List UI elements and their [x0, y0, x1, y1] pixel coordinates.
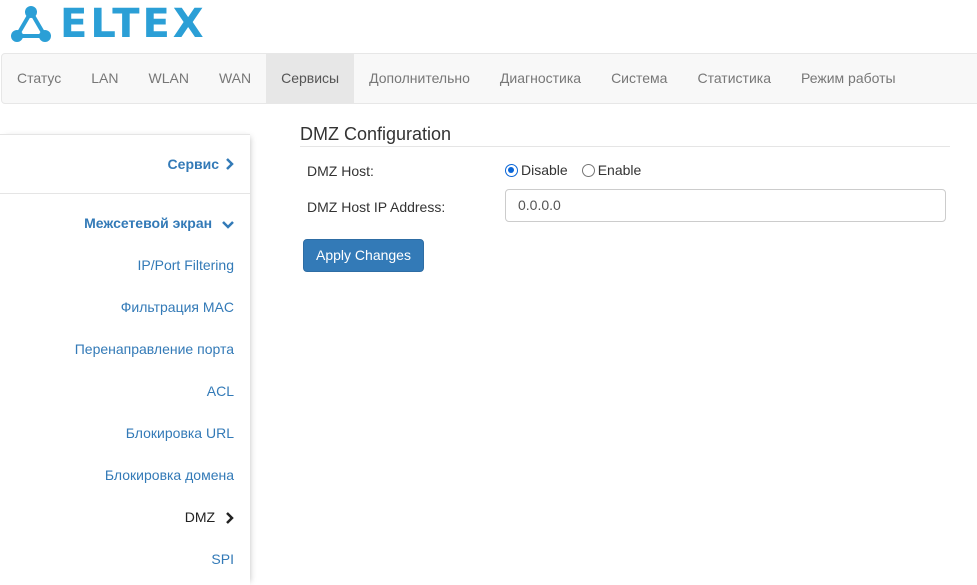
- sidebar-section-service[interactable]: Сервис: [0, 135, 250, 194]
- sidebar-item-port-forwarding[interactable]: Перенаправление порта: [75, 341, 234, 357]
- dmz-disable-label: Disable: [521, 162, 568, 178]
- nav-operation-mode[interactable]: Режим работы: [786, 54, 911, 103]
- nav-wan[interactable]: WAN: [204, 54, 266, 103]
- nav-services[interactable]: Сервисы: [266, 54, 355, 103]
- nav-diagnostics[interactable]: Диагностика: [485, 54, 596, 103]
- dmz-host-label: DMZ Host:: [307, 163, 374, 179]
- main-content: DMZ Configuration DMZ Host: Disable Enab…: [300, 124, 950, 272]
- apply-changes-button[interactable]: Apply Changes: [303, 239, 424, 272]
- sidebar-item-acl[interactable]: ACL: [207, 383, 234, 399]
- sidebar-section-label: Сервис: [167, 156, 219, 172]
- logo-text: ELTEX: [60, 1, 207, 47]
- sidebar-item-url-blocking[interactable]: Блокировка URL: [126, 425, 234, 441]
- sidebar: Сервис Межсетевой экран IP/Port Filterin…: [0, 134, 250, 585]
- sidebar-item-dmz[interactable]: DMZ: [185, 509, 234, 525]
- nav-wlan[interactable]: WLAN: [134, 54, 204, 103]
- chevron-right-icon: [226, 512, 234, 525]
- sidebar-item-domain-blocking[interactable]: Блокировка домена: [105, 467, 234, 483]
- eltex-logo-icon: [11, 6, 51, 42]
- dmz-disable-radio[interactable]: [505, 163, 518, 177]
- sidebar-group-label: Межсетевой экран: [84, 215, 213, 231]
- nav-statistics[interactable]: Статистика: [682, 54, 786, 103]
- sidebar-item-spi[interactable]: SPI: [211, 551, 234, 567]
- dmz-enable-label: Enable: [597, 162, 642, 178]
- sidebar-item-dmz-label: DMZ: [184, 509, 216, 525]
- dmz-enable-radio[interactable]: [581, 163, 595, 177]
- dmz-host-radio-group: Disable Enable: [505, 162, 655, 178]
- sidebar-item-mac-filtering[interactable]: Фильтрация MAC: [121, 299, 234, 315]
- page-title: DMZ Configuration: [300, 124, 950, 147]
- sidebar-group-firewall[interactable]: Межсетевой экран: [84, 215, 234, 231]
- top-nav: Статус LAN WLAN WAN Сервисы Дополнительн…: [1, 53, 977, 104]
- chevron-down-icon: [222, 220, 234, 229]
- dmz-ip-label: DMZ Host IP Address:: [307, 199, 446, 215]
- nav-lan[interactable]: LAN: [76, 54, 133, 103]
- nav-status[interactable]: Статус: [2, 54, 76, 103]
- nav-system[interactable]: Система: [596, 54, 682, 103]
- chevron-right-icon: [226, 158, 234, 170]
- nav-advanced[interactable]: Дополнительно: [354, 54, 485, 103]
- dmz-ip-input[interactable]: 0.0.0.0: [505, 189, 946, 222]
- sidebar-item-ip-port-filtering[interactable]: IP/Port Filtering: [138, 257, 234, 273]
- eltex-logo: ELTEX: [8, 4, 207, 44]
